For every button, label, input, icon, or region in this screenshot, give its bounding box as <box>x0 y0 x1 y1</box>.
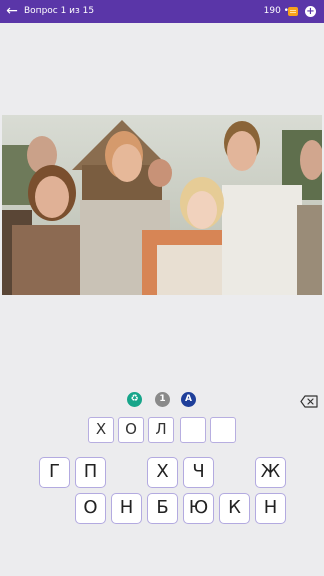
answer-slot[interactable]: Х <box>88 417 114 443</box>
back-arrow-icon[interactable]: ← <box>4 2 20 20</box>
top-bar: ← Вопрос 1 из 15 190 • + <box>0 0 324 23</box>
answer-slot[interactable]: О <box>118 417 144 443</box>
letter-key[interactable]: Х <box>147 457 178 488</box>
question-progress-title: Вопрос 1 из 15 <box>24 6 95 16</box>
letter-key[interactable]: Ж <box>255 457 286 488</box>
backspace-icon[interactable] <box>300 393 318 408</box>
show-answer-hint-icon[interactable]: A <box>181 392 196 407</box>
coins-icon <box>288 7 298 16</box>
letter-key[interactable]: Ю <box>183 493 214 524</box>
letter-key[interactable]: К <box>219 493 250 524</box>
coin-balance: 190 • <box>263 6 289 16</box>
open-letter-hint-icon[interactable]: 1 <box>155 392 170 407</box>
letter-key[interactable]: Н <box>111 493 142 524</box>
delete-letters-hint-icon[interactable]: ♻ <box>127 392 142 407</box>
answer-slot[interactable]: Л <box>148 417 174 443</box>
letter-key[interactable]: О <box>75 493 106 524</box>
answer-slot[interactable] <box>180 417 206 443</box>
question-image <box>2 115 322 295</box>
letter-key[interactable]: Ч <box>183 457 214 488</box>
letter-key[interactable]: П <box>75 457 106 488</box>
letter-key[interactable]: Г <box>39 457 70 488</box>
letter-key[interactable]: Б <box>147 493 178 524</box>
add-coins-icon[interactable]: + <box>305 6 316 17</box>
answer-slot[interactable] <box>210 417 236 443</box>
letter-key[interactable]: Н <box>255 493 286 524</box>
